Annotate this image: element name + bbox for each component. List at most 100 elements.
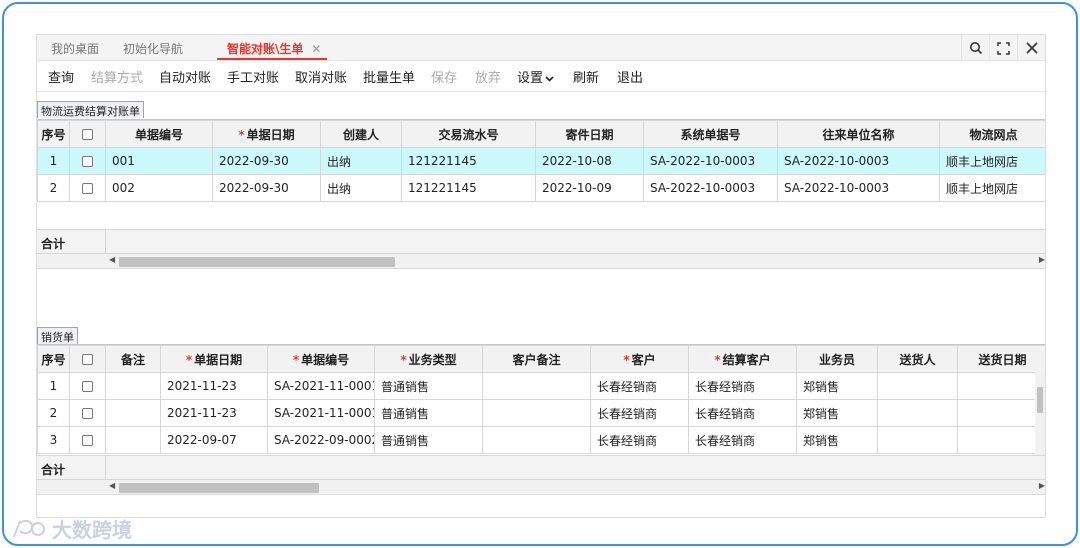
column-header[interactable]: 送货日期: [957, 345, 1045, 373]
table-cell[interactable]: 001: [105, 147, 213, 175]
column-header[interactable]: 系统单据号: [643, 120, 778, 148]
table-cell[interactable]: 1: [37, 147, 70, 175]
table-cell[interactable]: 长春经销商: [688, 426, 797, 454]
scroll-left-icon[interactable]: ◀: [109, 255, 115, 264]
table-cell[interactable]: 2021-11-23: [160, 372, 268, 400]
table-cell[interactable]: [877, 399, 958, 427]
column-header[interactable]: * 单据编号: [267, 345, 375, 373]
column-header[interactable]: 备注: [105, 345, 161, 373]
tab-init-guide[interactable]: 初始化导航: [123, 40, 183, 60]
row-checkbox[interactable]: [82, 408, 93, 419]
tab-smart-reconcile[interactable]: 智能对账\生单 ✕: [217, 40, 328, 60]
settle-method-button[interactable]: 结算方式: [91, 67, 143, 86]
column-header[interactable]: 序号: [37, 120, 70, 148]
table-row[interactable]: 1 2021-11-23 SA-2021-11-0001 普通销售 长春经销商 长春经销商…: [37, 372, 1045, 400]
sales-vscroll[interactable]: [1035, 371, 1045, 455]
exit-button[interactable]: 退出: [617, 67, 643, 86]
table-cell[interactable]: 出纳: [320, 147, 402, 175]
table-cell[interactable]: 121221145: [401, 174, 536, 202]
table-cell[interactable]: [69, 399, 106, 427]
table-cell[interactable]: [69, 426, 106, 454]
table-cell[interactable]: 郑销售: [796, 426, 878, 454]
select-all-checkbox[interactable]: [82, 354, 93, 365]
column-header[interactable]: [69, 345, 106, 373]
scroll-right-icon[interactable]: ▶: [1039, 481, 1045, 490]
sales-panel-tab[interactable]: 销货单: [37, 327, 78, 344]
sales-hscroll[interactable]: ◀ ▶: [37, 480, 1045, 495]
table-cell[interactable]: 长春经销商: [590, 399, 689, 427]
auto-reconcile-button[interactable]: 自动对账: [159, 67, 211, 86]
column-header[interactable]: 序号: [37, 345, 70, 373]
column-header[interactable]: 客户备注: [482, 345, 591, 373]
table-cell[interactable]: 2022-10-09: [535, 174, 644, 202]
table-cell[interactable]: [105, 426, 161, 454]
table-cell[interactable]: 2022-10-08: [535, 147, 644, 175]
column-header[interactable]: 交易流水号: [401, 120, 536, 148]
column-header[interactable]: * 单据日期: [212, 120, 321, 148]
table-cell[interactable]: [482, 399, 591, 427]
table-cell[interactable]: SA-2022-10-0003: [643, 147, 778, 175]
row-checkbox[interactable]: [82, 381, 93, 392]
table-cell[interactable]: 长春经销商: [590, 426, 689, 454]
column-header[interactable]: * 单据日期: [160, 345, 268, 373]
table-cell[interactable]: SA-2021-11-0001: [267, 372, 375, 400]
table-cell[interactable]: 普通销售: [374, 426, 483, 454]
table-cell[interactable]: 002: [105, 174, 213, 202]
table-cell[interactable]: 1: [37, 372, 70, 400]
table-cell[interactable]: 2022-09-30: [212, 174, 321, 202]
table-cell[interactable]: 2022-09-30: [212, 147, 321, 175]
sales-vscroll-thumb[interactable]: [1037, 387, 1043, 413]
logistics-hscroll-thumb[interactable]: [119, 257, 395, 267]
select-all-checkbox[interactable]: [82, 129, 93, 140]
tab-close-icon[interactable]: ✕: [311, 42, 321, 56]
table-cell[interactable]: 郑销售: [796, 372, 878, 400]
table-row[interactable]: 2 2021-11-23 SA-2021-11-0001 普通销售 长春经销商 长春经销商…: [37, 399, 1045, 427]
column-header[interactable]: 寄件日期: [535, 120, 644, 148]
table-cell[interactable]: 2: [37, 399, 70, 427]
table-cell[interactable]: 顺丰上地网店: [939, 174, 1045, 202]
table-cell[interactable]: [482, 426, 591, 454]
fullscreen-icon[interactable]: [989, 35, 1017, 61]
table-cell[interactable]: [105, 372, 161, 400]
column-header[interactable]: 物流网点: [939, 120, 1045, 148]
table-cell[interactable]: SA-2022-10-0003: [643, 174, 778, 202]
table-cell[interactable]: 出纳: [320, 174, 402, 202]
table-cell[interactable]: [957, 372, 1045, 400]
sales-hscroll-thumb[interactable]: [119, 483, 319, 493]
table-cell[interactable]: [69, 174, 106, 202]
tab-my-desktop[interactable]: 我的桌面: [51, 40, 99, 60]
save-button[interactable]: 保存: [431, 67, 457, 86]
scroll-left-icon[interactable]: ◀: [109, 481, 115, 490]
column-header[interactable]: 创建人: [320, 120, 402, 148]
batch-generate-button[interactable]: 批量生单: [363, 67, 415, 86]
column-header[interactable]: 单据编号: [105, 120, 213, 148]
column-header[interactable]: * 结算客户: [688, 345, 797, 373]
table-cell[interactable]: SA-2021-11-0001: [267, 399, 375, 427]
table-cell[interactable]: 2022-09-07: [160, 426, 268, 454]
column-header[interactable]: * 业务类型: [374, 345, 483, 373]
table-row[interactable]: 1 001 2022-09-30 出纳 121221145 2022-10-08 SA-20…: [37, 147, 1045, 175]
query-button[interactable]: 查询: [48, 67, 74, 86]
row-checkbox[interactable]: [82, 183, 93, 194]
column-header[interactable]: [69, 120, 106, 148]
table-cell[interactable]: 郑销售: [796, 399, 878, 427]
column-header[interactable]: * 客户: [590, 345, 689, 373]
table-row[interactable]: 3 2022-09-07 SA-2022-09-0002 普通销售 长春经销商 长春经销商…: [37, 426, 1045, 454]
table-cell[interactable]: [69, 147, 106, 175]
table-cell[interactable]: 普通销售: [374, 399, 483, 427]
cancel-reconcile-button[interactable]: 取消对账: [295, 67, 347, 86]
table-cell[interactable]: 121221145: [401, 147, 536, 175]
table-cell[interactable]: 长春经销商: [688, 399, 797, 427]
table-cell[interactable]: [877, 426, 958, 454]
refresh-button[interactable]: 刷新: [573, 67, 599, 86]
row-checkbox[interactable]: [82, 156, 93, 167]
table-cell[interactable]: 普通销售: [374, 372, 483, 400]
close-icon[interactable]: [1017, 35, 1045, 61]
row-checkbox[interactable]: [82, 435, 93, 446]
logistics-hscroll[interactable]: ◀ ▶: [37, 254, 1045, 269]
column-header[interactable]: 往来单位名称: [777, 120, 940, 148]
table-cell[interactable]: SA-2022-10-0003: [777, 174, 940, 202]
column-header[interactable]: 送货人: [877, 345, 958, 373]
table-cell[interactable]: 长春经销商: [590, 372, 689, 400]
search-icon[interactable]: [961, 35, 989, 61]
